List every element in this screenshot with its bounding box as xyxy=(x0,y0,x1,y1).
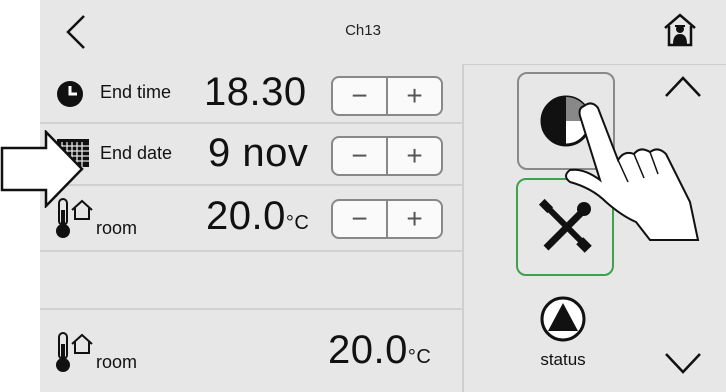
end-time-minus-button[interactable]: − xyxy=(333,78,386,114)
room-setpoint-label: room xyxy=(96,218,138,238)
room-setpoint-minus-button[interactable]: − xyxy=(333,201,386,237)
end-date-minus-button[interactable]: − xyxy=(333,138,386,174)
home-button[interactable] xyxy=(660,10,700,50)
room-setpoint-stepper: − + xyxy=(331,199,443,239)
chevron-down-icon xyxy=(665,353,701,374)
end-date-value: 9 nov xyxy=(208,131,309,175)
empty-row xyxy=(40,252,462,310)
panel-divider xyxy=(462,64,464,392)
pointer-arrow-icon xyxy=(0,130,84,208)
room-setpoint-unit: °C xyxy=(285,212,310,234)
room-temperature-unit: °C xyxy=(407,346,432,368)
status-label: status xyxy=(540,350,586,369)
end-time-value: 18.30 xyxy=(204,70,307,114)
end-time-plus-button[interactable]: + xyxy=(386,78,441,114)
page-title: Ch13 xyxy=(345,22,381,39)
room-setpoint-value: 20.0°C xyxy=(206,194,310,238)
room-temperature-value: 20.0°C xyxy=(328,328,432,372)
clock-icon xyxy=(57,81,83,107)
end-time-stepper: − + xyxy=(331,76,443,116)
hand-pointer-icon xyxy=(565,102,700,241)
end-date-plus-button[interactable]: + xyxy=(386,138,441,174)
room-temperature-label: room xyxy=(96,352,138,372)
room-setpoint-plus-button[interactable]: + xyxy=(386,201,441,237)
end-date-label: End date xyxy=(100,143,173,163)
end-date-stepper: − + xyxy=(331,136,443,176)
end-time-label: End time xyxy=(100,82,172,102)
home-icon xyxy=(664,13,696,47)
scroll-down-button[interactable] xyxy=(660,348,706,378)
thermometer-home-icon xyxy=(56,332,93,372)
status-icon[interactable] xyxy=(540,296,586,342)
